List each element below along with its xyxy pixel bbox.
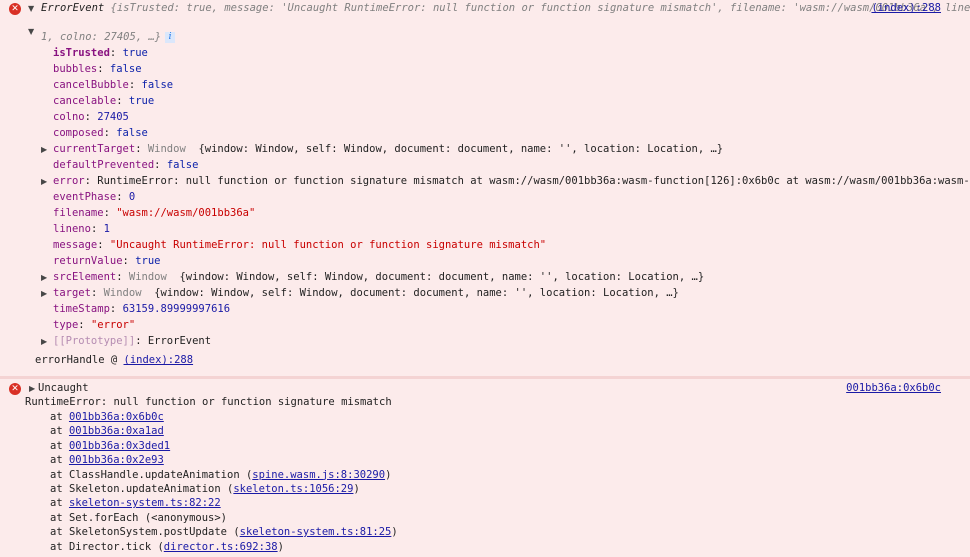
expand-triangle-icon[interactable]: ▶: [41, 334, 47, 349]
uncaught-title[interactable]: Uncaught: [38, 381, 89, 396]
prop-bubbles: bubbles: false: [53, 63, 142, 75]
error-event-summary-line-2[interactable]: 1, colno: 27405, …} i: [41, 30, 176, 45]
stack-frame: at 001bb36a:0x6b0c: [50, 410, 164, 425]
expand-triangle-icon[interactable]: ▶: [41, 174, 47, 189]
runtime-error-message: RuntimeError: null function or function …: [25, 396, 392, 408]
prop-composed: composed: false: [53, 127, 148, 139]
stack-frame-prefix: at: [50, 511, 69, 524]
stack-frame: at Director.tick (director.ts:692:38): [50, 540, 284, 555]
expand-triangle-icon[interactable]: ▶: [41, 286, 47, 301]
stack-frame: at SkeletonSystem.postUpdate (skeleton-s…: [50, 525, 398, 540]
stack-frame-suffix: ): [391, 526, 398, 539]
stack-frame-suffix: ): [353, 483, 360, 495]
stack-frame-link[interactable]: 001bb36a:0x6b0c: [69, 411, 164, 423]
prop-colno: colno: 27405: [53, 111, 129, 123]
stack-frame-link[interactable]: 001bb36a:0x2e93: [69, 454, 164, 466]
prop-error[interactable]: error: RuntimeError: null function or fu…: [53, 174, 970, 189]
error-icon: ✕: [9, 3, 21, 15]
console-error-message-2: ✕ ▶ Uncaught 001bb36a:0x6b0c RuntimeErro…: [0, 379, 970, 557]
prop-filename: filename: "wasm://wasm/001bb36a": [53, 207, 256, 219]
info-icon[interactable]: i: [165, 31, 176, 43]
prop-currentTarget[interactable]: currentTarget: Window {window: Window, s…: [53, 142, 723, 157]
stack-frame: at Skeleton.updateAnimation (skeleton.ts…: [50, 482, 360, 497]
expand-triangle-icon[interactable]: ▶: [41, 270, 47, 285]
stack-frame-link[interactable]: 001bb36a:0xa1ad: [69, 425, 164, 437]
stack-frame-prefix: at: [50, 425, 69, 438]
stack-frame-link[interactable]: spine.wasm.js:8:30290: [252, 469, 385, 481]
stack-frame-link[interactable]: skeleton-system.ts:81:25: [240, 526, 392, 538]
stack-frame: at Set.forEach (<anonymous>): [50, 511, 227, 526]
stack-frame-function: SkeletonSystem.postUpdate (: [68, 526, 240, 539]
stack-frame-link[interactable]: director.ts:692:38: [164, 541, 278, 553]
console-error-message-1: ✕ ▼ ErrorEvent {isTrusted: true, message…: [0, 0, 970, 376]
source-link-wasm[interactable]: 001bb36a:0x6b0c: [846, 381, 941, 396]
stack-frame-prefix: at: [50, 526, 69, 539]
stack-frame-suffix: ): [277, 540, 284, 553]
expand-triangle-icon[interactable]: ▶: [41, 142, 47, 157]
stack-frame-prefix: at: [50, 439, 69, 452]
error-event-preview: {isTrusted: true, message: 'Uncaught Run…: [104, 2, 970, 14]
prop-type: type: "error": [53, 319, 136, 331]
prop-cancelBubble: cancelBubble: false: [53, 79, 174, 91]
stack-frame-prefix: at: [50, 497, 69, 510]
prop-cancelable: cancelable: true: [53, 95, 155, 107]
prop-isTrusted: isTrusted: true: [53, 47, 148, 59]
prop-defaultPrevented: defaultPrevented: false: [53, 159, 199, 171]
expand-triangle-icon[interactable]: ▶: [29, 381, 35, 396]
stack-frame-function: ClassHandle.updateAnimation (: [68, 468, 253, 481]
prop-timeStamp: timeStamp: 63159.89999997616: [53, 303, 231, 315]
stack-frame-link[interactable]: skeleton.ts:1056:29: [233, 483, 353, 495]
stack-frame-suffix: ): [385, 468, 392, 481]
stack-frame-function: Director.tick (: [68, 540, 164, 553]
stack-frame-link[interactable]: 001bb36a:0x3ded1: [69, 440, 170, 452]
collapse-triangle-icon[interactable]: ▼: [28, 1, 34, 16]
stack-frame-prefix: at: [50, 483, 69, 495]
prop-message: message: "Uncaught RuntimeError: null fu…: [53, 239, 547, 251]
stack-frame: at 001bb36a:0x3ded1: [50, 439, 170, 454]
stack-frame-function: Skeleton.updateAnimation (: [68, 483, 234, 495]
stack-frame-link[interactable]: skeleton-system.ts:82:22: [69, 497, 221, 509]
expand-triangle-icon[interactable]: ▼: [28, 24, 34, 39]
error-event-summary-line-1[interactable]: ErrorEvent {isTrusted: true, message: 'U…: [41, 1, 970, 16]
stack-frame-prefix: at: [50, 411, 69, 423]
stack-frame-function: Set.forEach (<anonymous>): [68, 511, 228, 524]
prop-target[interactable]: target: Window {window: Window, self: Wi…: [53, 286, 679, 301]
error-event-class: ErrorEvent: [41, 2, 105, 14]
prop-prototype[interactable]: [[Prototype]]: ErrorEvent: [53, 334, 211, 349]
stack-frame-prefix: at: [50, 540, 69, 553]
stack-frame: at 001bb36a:0xa1ad: [50, 424, 164, 439]
error-icon: ✕: [9, 383, 21, 395]
prop-srcElement[interactable]: srcElement: Window {window: Window, self…: [53, 270, 704, 285]
source-link-index[interactable]: (index):288: [871, 1, 941, 16]
stack-frame-prefix: at: [50, 468, 69, 481]
error-handler-line: errorHandle @ (index):288: [35, 354, 194, 366]
stack-frame: at ClassHandle.updateAnimation (spine.wa…: [50, 468, 391, 483]
prop-lineno: lineno: 1: [53, 223, 110, 235]
stack-frame-prefix: at: [50, 454, 69, 467]
stack-frame: at 001bb36a:0x2e93: [50, 453, 164, 468]
stack-frame: at skeleton-system.ts:82:22: [50, 496, 221, 511]
prop-returnValue: returnValue: true: [53, 255, 161, 267]
prop-eventPhase: eventPhase: 0: [53, 191, 136, 203]
handler-source-link[interactable]: (index):288: [124, 354, 194, 366]
